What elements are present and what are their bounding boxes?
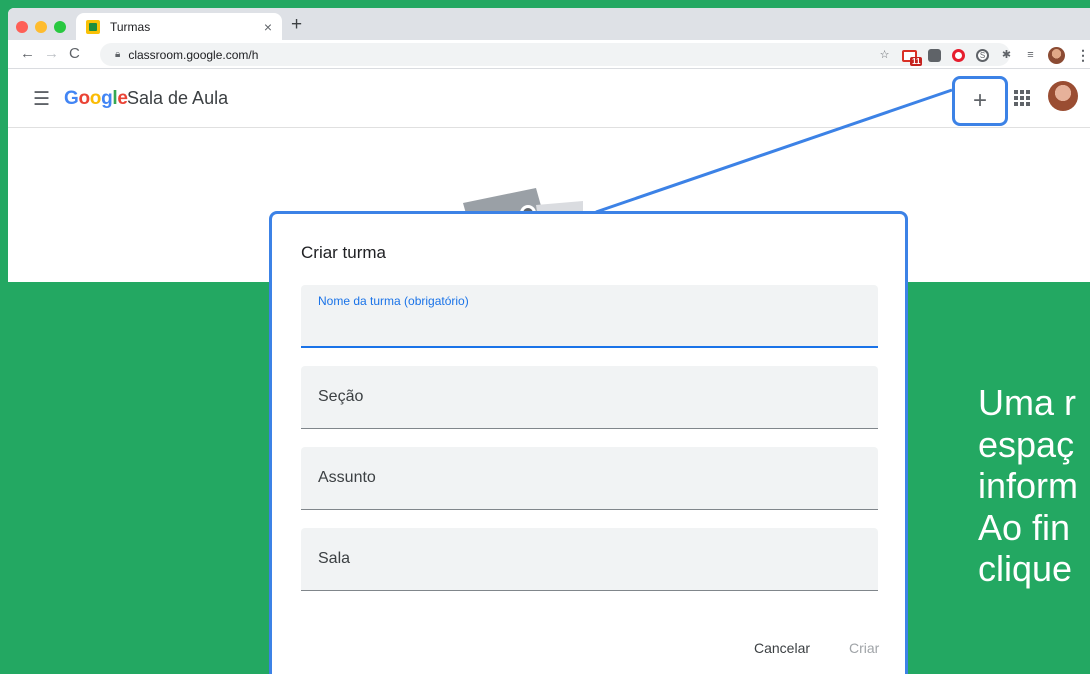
back-arrow-icon[interactable]: ← xyxy=(20,45,35,62)
dialog-title: Criar turma xyxy=(301,243,387,262)
instruction-line: Ao fin xyxy=(978,506,1071,548)
reload-icon[interactable]: C xyxy=(69,45,80,62)
opera-extension-icon[interactable] xyxy=(952,49,965,62)
forward-arrow-icon[interactable]: → xyxy=(44,45,59,62)
google-apps-icon[interactable] xyxy=(1014,90,1030,106)
puzzle-extensions-icon[interactable]: ✱ xyxy=(1000,49,1013,62)
instruction-line: espaç xyxy=(978,423,1075,465)
instruction-line: Uma r xyxy=(978,382,1076,423)
browser-menu-icon[interactable]: ⋮ xyxy=(1076,48,1090,62)
tab-title: Turmas xyxy=(110,19,151,34)
google-logo[interactable]: Google xyxy=(64,88,128,110)
tab-bar: Turmas × + xyxy=(8,8,1090,40)
hamburger-menu-icon[interactable]: ☰ xyxy=(33,88,50,111)
new-tab-button[interactable]: + xyxy=(291,14,302,36)
create-class-dialog: Criar turma Nome da turma (obrigatório) … xyxy=(269,211,908,674)
gmail-badge: 11 xyxy=(910,56,923,66)
app-name: Sala de Aula xyxy=(127,88,229,108)
room-input[interactable]: Sala xyxy=(301,528,878,591)
url-input[interactable]: 🔒︎ classroom.google.com/h xyxy=(100,43,1010,66)
maximize-window-button[interactable] xyxy=(54,21,66,33)
lock-icon: 🔒︎ xyxy=(115,49,121,60)
cancel-button[interactable]: Cancelar xyxy=(754,640,810,656)
minimize-window-button[interactable] xyxy=(35,21,47,33)
subject-input[interactable]: Assunto xyxy=(301,447,878,510)
account-avatar[interactable] xyxy=(1048,81,1078,111)
url-text: classroom.google.com/h xyxy=(128,47,259,62)
class-name-input[interactable]: Nome da turma (obrigatório) xyxy=(301,285,878,348)
extensions-bar: ☆ 11 S ✱ ≡ ⋮ xyxy=(878,47,1090,66)
browser-tab[interactable]: Turmas × xyxy=(76,13,282,40)
star-icon[interactable]: ☆ xyxy=(878,49,891,62)
reading-list-icon[interactable]: ≡ xyxy=(1024,49,1037,62)
subject-label: Assunto xyxy=(318,469,376,486)
section-input[interactable]: Seção xyxy=(301,366,878,429)
close-window-button[interactable] xyxy=(16,21,28,33)
window-controls xyxy=(16,21,66,33)
classroom-favicon-icon xyxy=(86,19,100,34)
room-label: Sala xyxy=(318,550,351,567)
instruction-text: Uma r espaç inform Ao fin clique xyxy=(978,382,1090,590)
instruction-line: clique xyxy=(978,548,1073,589)
address-bar: ← → C 🔒︎ classroom.google.com/h ☆ 11 S ✱… xyxy=(8,40,1090,69)
class-name-label: Nome da turma (obrigatório) xyxy=(318,294,469,308)
gmail-extension-icon[interactable]: 11 xyxy=(902,49,923,66)
tab-close-icon[interactable]: × xyxy=(264,19,272,35)
profile-avatar[interactable] xyxy=(1048,47,1065,64)
create-join-class-button[interactable]: + xyxy=(952,76,1008,126)
instruction-line: inform xyxy=(978,465,1079,506)
shield-extension-icon[interactable] xyxy=(928,49,941,62)
app-header: ☰ Google Sala de Aula + xyxy=(8,69,1090,128)
section-label: Seção xyxy=(318,388,364,405)
create-button[interactable]: Criar xyxy=(849,640,879,656)
s-extension-icon[interactable]: S xyxy=(976,49,989,62)
